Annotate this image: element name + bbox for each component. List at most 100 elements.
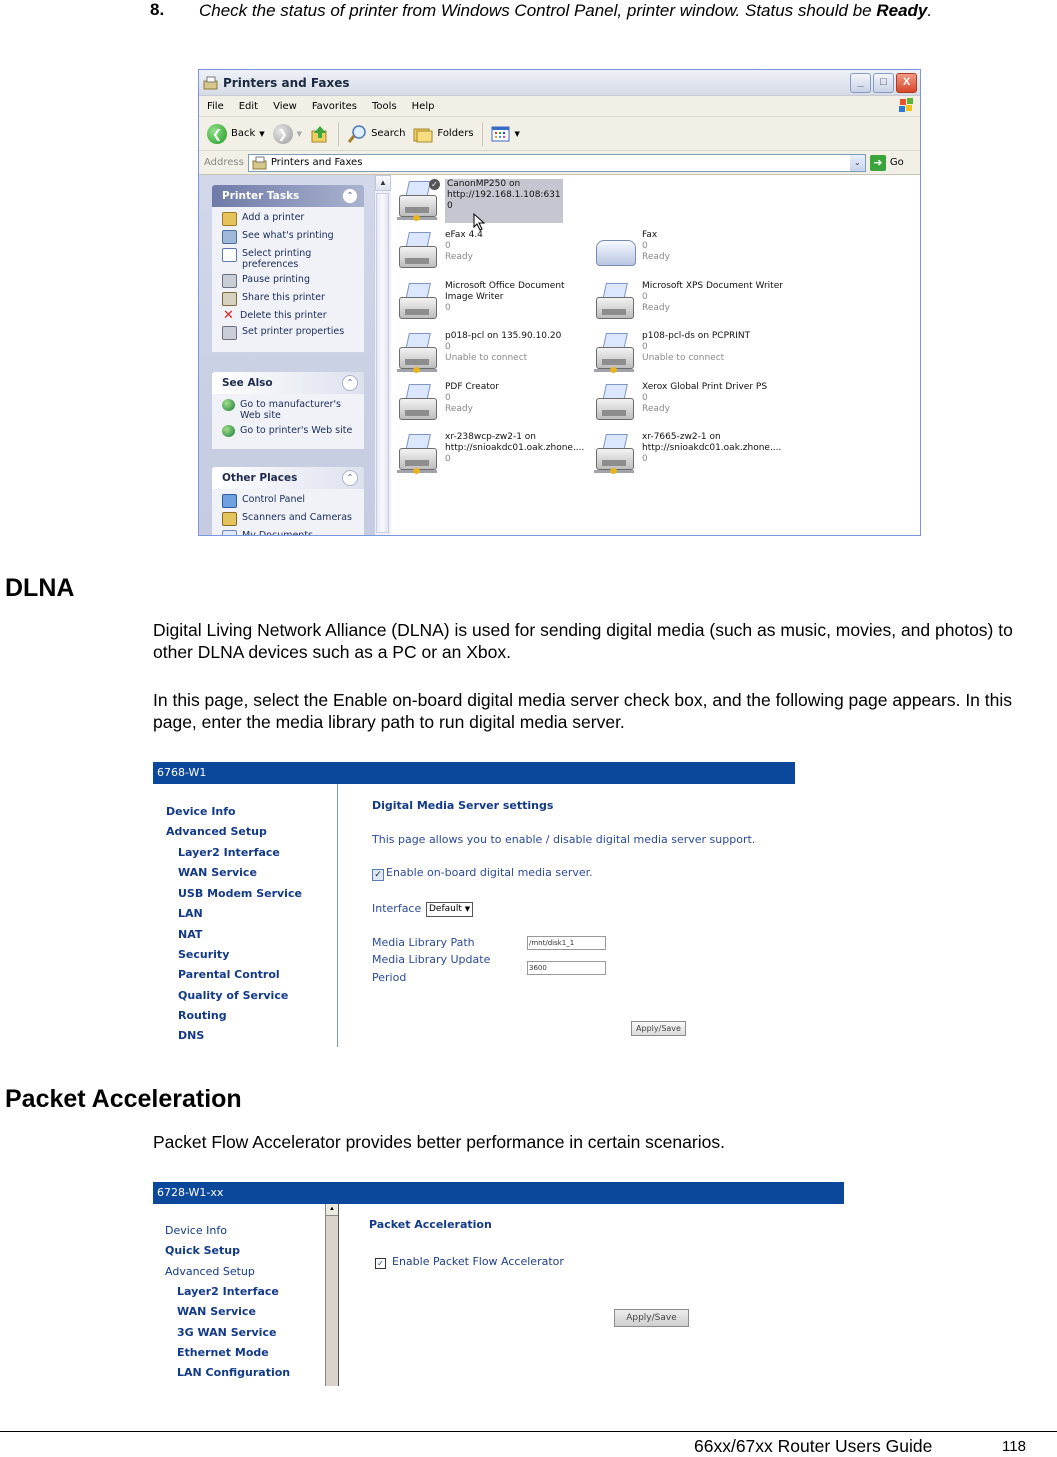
nav-lan-configuration[interactable]: LAN Configuration [177, 1366, 290, 1379]
print-queue-icon [222, 230, 237, 244]
close-button[interactable]: X [896, 73, 917, 93]
nav-layer2-interface[interactable]: Layer2 Interface [178, 846, 280, 859]
apply-save-button[interactable]: Apply/Save [631, 1021, 686, 1036]
nav-ethernet-mode[interactable]: Ethernet Mode [177, 1346, 269, 1359]
window-title: Printers and Faxes [223, 75, 350, 90]
printers-and-faxes-window: Printers and Faxes _ □ X File Edit View … [198, 69, 921, 536]
folders-button[interactable]: Folders [413, 125, 474, 143]
printer-item[interactable]: xr-7665-zw2-1 on http://snioakdc01.oak.zh… [594, 432, 781, 476]
printer-job-count: 0 [642, 454, 648, 464]
printer-item[interactable]: p108-pcl-ds on PCPRINT 0 Unable to connect [594, 331, 750, 375]
router-main: Packet Acceleration ✓ Enable Packet Flow … [339, 1204, 844, 1386]
collapse-chevron-icon[interactable]: ⌃ [342, 375, 358, 391]
panel-header[interactable]: Other Places ⌃ [212, 467, 364, 489]
views-button[interactable]: ▼ [491, 125, 520, 143]
menu-view[interactable]: View [273, 101, 297, 112]
address-input[interactable]: Printers and Faxes ⌄ [247, 153, 866, 172]
nav-3g-wan-service[interactable]: 3G WAN Service [177, 1326, 276, 1339]
menu-file[interactable]: File [207, 101, 224, 112]
nav-advanced-setup[interactable]: Advanced Setup [166, 825, 267, 838]
panel-title: See Also [222, 377, 273, 389]
back-dropdown-icon[interactable]: ▼ [259, 130, 264, 138]
scroll-up-icon[interactable]: ▲ [326, 1204, 338, 1216]
search-button[interactable]: Search [347, 124, 405, 144]
nav-lan[interactable]: LAN [178, 907, 203, 920]
nav-parental-control[interactable]: Parental Control [178, 968, 280, 981]
printer-item[interactable]: Microsoft XPS Document Writer 0 Ready [594, 281, 783, 325]
nav-wan-service[interactable]: WAN Service [178, 866, 257, 879]
nav-dns[interactable]: DNS [178, 1029, 204, 1042]
printer-item[interactable]: PDF Creator 0 Ready [397, 382, 499, 426]
update-period-input[interactable]: 3600 [527, 961, 606, 975]
collapse-chevron-icon[interactable]: ⌃ [342, 188, 358, 204]
nav-routing[interactable]: Routing [178, 1009, 227, 1022]
nav-usb-modem-service[interactable]: USB Modem Service [178, 887, 302, 900]
scroll-up-icon[interactable]: ▲ [375, 175, 391, 191]
link-printer-site[interactable]: Go to printer's Web site [222, 425, 358, 437]
nav-wan-service[interactable]: WAN Service [177, 1305, 256, 1318]
interface-select[interactable]: Default ▼ [426, 902, 474, 917]
printer-status: Ready [642, 303, 670, 313]
link-manufacturer-site[interactable]: Go to manufacturer's Web site [222, 399, 358, 421]
panel-header[interactable]: Printer Tasks ⌃ [212, 185, 364, 207]
library-path-input[interactable]: /mnt/disk1_1 [527, 936, 606, 950]
enable-pfa-label: Enable Packet Flow Accelerator [392, 1255, 564, 1268]
menu-help[interactable]: Help [412, 101, 435, 112]
toolbar-separator [481, 121, 483, 146]
scroll-thumb[interactable] [376, 193, 389, 533]
address-bar: Address Printers and Faxes ⌄ ➜ Go [199, 151, 920, 175]
printer-status: Ready [445, 404, 473, 414]
address-dropdown-icon[interactable]: ⌄ [849, 154, 865, 171]
nav-scrollbar[interactable]: ▲ [325, 1204, 339, 1386]
task-add-printer[interactable]: Add a printer [222, 212, 358, 226]
nav-device-info[interactable]: Device Info [165, 1224, 227, 1237]
minimize-button[interactable]: _ [850, 73, 871, 93]
task-share-printer[interactable]: Share this printer [222, 292, 358, 306]
add-printer-icon [222, 212, 237, 226]
task-pause-printing[interactable]: Pause printing [222, 274, 358, 288]
printer-item[interactable]: xr-238wcp-zw2-1 on http://snioakdc01.oak.… [397, 432, 584, 476]
task-delete-printer[interactable]: ✕ Delete this printer [222, 309, 358, 322]
back-button[interactable]: ❮ Back ▼ [207, 123, 265, 144]
nav-quality-of-service[interactable]: Quality of Service [178, 989, 288, 1002]
task-printing-preferences[interactable]: Select printing preferences [222, 248, 358, 270]
search-label: Search [371, 128, 406, 139]
maximize-button[interactable]: □ [873, 73, 894, 93]
enable-pfa-checkbox[interactable]: ✓ [375, 1258, 386, 1269]
dlna-heading: DLNA [5, 574, 75, 602]
menu-favorites[interactable]: Favorites [312, 101, 357, 112]
enable-dms-checkbox[interactable]: ✓ [372, 869, 384, 881]
nav-advanced-setup[interactable]: Advanced Setup [165, 1265, 255, 1278]
panel-header[interactable]: See Also ⌃ [212, 372, 364, 394]
printer-job-count: 0 [642, 393, 648, 403]
task-printer-properties[interactable]: Set printer properties [222, 326, 358, 340]
printer-item[interactable]: p018-pcl on 135.90.10.20 0 Unable to conne… [397, 331, 561, 375]
collapse-chevron-icon[interactable]: ⌃ [342, 470, 358, 486]
menu-edit[interactable]: Edit [239, 101, 258, 112]
printer-item[interactable]: eFax 4.4 0 Ready [397, 230, 483, 274]
menu-tools[interactable]: Tools [372, 101, 397, 112]
printer-item[interactable]: Xerox Global Print Driver PS 0 Ready [594, 382, 767, 426]
address-label: Address [204, 157, 244, 168]
printer-item[interactable]: Fax 0 Ready [594, 230, 670, 274]
task-see-printing[interactable]: See what's printing [222, 230, 358, 244]
forward-button[interactable]: ❯ ▼ [272, 123, 302, 144]
link-my-documents[interactable]: My Documents [222, 530, 358, 536]
forward-dropdown-icon[interactable]: ▼ [297, 130, 302, 138]
control-panel-icon [222, 494, 237, 508]
nav-device-info[interactable]: Device Info [166, 805, 236, 818]
link-scanners-cameras[interactable]: Scanners and Cameras [222, 512, 358, 526]
link-control-panel[interactable]: Control Panel [222, 494, 358, 508]
network-printer-icon [397, 432, 439, 476]
network-printer-icon [397, 331, 439, 375]
nav-nat[interactable]: NAT [178, 928, 202, 941]
printer-item[interactable]: Microsoft Office Document Image Writer 0 [397, 281, 565, 325]
link-label: My Documents [242, 530, 314, 536]
go-button[interactable]: ➜ Go [869, 154, 904, 171]
nav-quick-setup[interactable]: Quick Setup [165, 1244, 240, 1257]
nav-layer2-interface[interactable]: Layer2 Interface [177, 1285, 279, 1298]
task-pane-scrollbar[interactable]: ▲ [374, 175, 391, 535]
nav-security[interactable]: Security [178, 948, 229, 961]
up-folder-button[interactable] [310, 124, 330, 144]
apply-save-button[interactable]: Apply/Save [614, 1309, 689, 1327]
